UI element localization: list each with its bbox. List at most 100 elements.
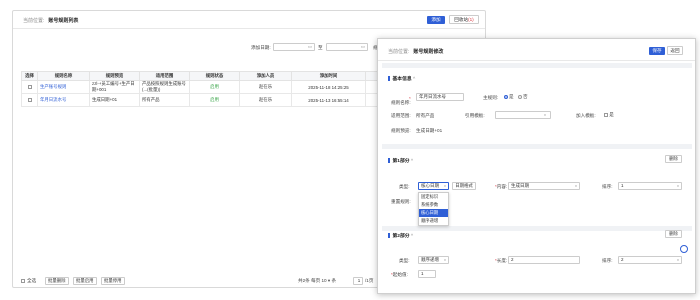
part2-length-input[interactable]: 2 xyxy=(508,256,580,264)
pager-summary: 共2条 每页 10 ▾ 条 xyxy=(298,278,337,283)
basic-info-title-text: 基本信息 xyxy=(392,77,412,82)
main-rule-no-text: 否 xyxy=(523,94,528,99)
join-template-checkbox[interactable] xyxy=(604,112,608,117)
date-format-button[interactable]: 日期格式 xyxy=(452,182,476,190)
column-header: 选择 xyxy=(21,71,38,81)
template-label: 引用模板: xyxy=(465,113,485,118)
part1-delete-button[interactable]: 删除 xyxy=(665,155,682,163)
add-part-icon[interactable] xyxy=(680,245,688,253)
part2-order-select[interactable]: 2v xyxy=(618,256,682,264)
part2-delete-button[interactable]: 删除 xyxy=(665,230,682,238)
template-select[interactable] xyxy=(495,111,551,119)
required-mark: * xyxy=(409,96,411,101)
row-checkbox-cell[interactable] xyxy=(21,80,38,94)
date-filter-label: 添加日期: xyxy=(251,45,271,50)
rule-time-cell: 2025-11-18 14:25:25 xyxy=(291,80,366,94)
rule-name-label-text: 规则名称: xyxy=(391,100,411,105)
chevron-down-icon[interactable]: v xyxy=(677,257,679,263)
part1-content-value: 生成日期 xyxy=(511,183,529,188)
date-to-input[interactable]: ▭ xyxy=(326,43,368,51)
row-checkbox-cell[interactable] xyxy=(21,93,38,107)
rule-name-link[interactable]: 生产账号规则 xyxy=(37,80,90,94)
radio-checked-icon[interactable] xyxy=(504,94,508,99)
rule-user-cell: 赵在乐 xyxy=(239,93,292,107)
preview-value: 生成日期+01 xyxy=(416,128,443,133)
column-header: 规则预览 xyxy=(89,71,140,81)
main-rule-yes-option[interactable]: 是 xyxy=(504,94,514,100)
rule-preview-cell: zzl-+员工编号+生产日期+001 xyxy=(89,80,140,94)
batch-enable-button[interactable]: 批量启用 xyxy=(73,277,97,285)
part1-title[interactable]: 第1部分 ^ xyxy=(388,157,414,164)
part2-type-value: 顺序递增 xyxy=(421,257,439,262)
rule-status-cell: 启用 xyxy=(189,80,240,94)
part2-type-select[interactable]: 顺序递增 v xyxy=(418,256,449,264)
part1-order-label: 排序: xyxy=(602,184,613,189)
type-dropdown-menu[interactable]: 固定标识 系统参数 核心日期 顺序递增 xyxy=(418,192,449,226)
rule-name-label: * 规则名称: xyxy=(391,96,411,106)
part2-type-label: 类型: xyxy=(399,258,410,263)
part2-order-value: 2 xyxy=(621,257,624,262)
column-header: 添加人员 xyxy=(239,71,292,81)
main-rule-no-option[interactable]: 否 xyxy=(518,94,528,100)
basic-info-title[interactable]: 基本信息 ^ xyxy=(388,75,416,82)
rule-name-link[interactable]: 年月日流水号 xyxy=(37,93,90,107)
radio-unchecked-icon[interactable] xyxy=(518,94,522,99)
batch-disable-button[interactable]: 批量停用 xyxy=(101,277,125,285)
join-template-option-text: 是 xyxy=(609,112,614,117)
rule-scope-cell: 产品按照规则生成账号(...(批量)) xyxy=(139,80,190,94)
list-header: 当前位置: 账号规则列表 添加 回收站(1) xyxy=(13,11,485,29)
dropdown-option[interactable]: 顺序递增 xyxy=(419,217,448,225)
dropdown-option[interactable]: 系统参数 xyxy=(419,201,448,209)
breadcrumb-prefix: 当前位置: xyxy=(23,18,45,24)
column-header: 适用范围 xyxy=(139,71,190,81)
save-button[interactable]: 保存 xyxy=(649,47,665,55)
part1-type-value: 核心日期 xyxy=(421,183,439,188)
part1-type-select[interactable]: 核心日期 v xyxy=(418,182,449,190)
select-all-checkbox[interactable] xyxy=(21,279,25,283)
section-divider xyxy=(382,226,692,231)
dropdown-option[interactable]: 固定标识 xyxy=(419,193,448,201)
chevron-up-icon[interactable]: ^ xyxy=(411,159,413,164)
date-to-label: 至 xyxy=(318,45,323,50)
dropdown-option-selected[interactable]: 核心日期 xyxy=(419,209,448,217)
chevron-down-icon[interactable]: v xyxy=(444,257,446,263)
part2-title[interactable]: 第2部分 ^ xyxy=(388,232,414,239)
breadcrumb: 当前位置: 账号规则修改 xyxy=(388,48,443,55)
chevron-up-icon[interactable]: ^ xyxy=(413,77,415,82)
preview-label: 规则预览: xyxy=(391,128,411,133)
back-button[interactable]: 返回 xyxy=(667,46,683,55)
rule-name-input[interactable]: 年月日流水号 xyxy=(416,93,464,101)
page-title: 账号规则列表 xyxy=(48,18,79,24)
row-checkbox[interactable] xyxy=(27,85,32,90)
row-checkbox[interactable] xyxy=(27,98,32,103)
section-divider xyxy=(382,144,692,149)
calendar-icon: ▭ xyxy=(360,44,365,49)
part1-order-value: 1 xyxy=(621,183,624,188)
batch-delete-button[interactable]: 批量删除 xyxy=(45,277,69,285)
rule-status-cell: 启用 xyxy=(189,93,240,107)
dialog-title: 账号规则修改 xyxy=(413,49,444,55)
part2-start-label: *起始值: xyxy=(391,272,408,278)
add-button[interactable]: 添加 xyxy=(427,16,445,24)
chevron-down-icon[interactable]: v xyxy=(677,183,679,189)
column-header: 规则状态 xyxy=(189,71,240,81)
part1-content-select[interactable]: 生成日期 v xyxy=(508,182,580,190)
chevron-down-icon[interactable]: v xyxy=(544,112,546,117)
part1-order-select[interactable]: 1v xyxy=(618,182,682,190)
part1-title-text: 第1部分 xyxy=(392,159,410,164)
part1-content-label: *内容: xyxy=(495,184,507,190)
reset-rule-label: 重置规则: xyxy=(391,199,411,204)
join-template-option[interactable]: 是 xyxy=(604,112,614,118)
recycle-bin-label: 回收站 xyxy=(454,17,469,22)
part1-type-label: 类型: xyxy=(399,184,410,189)
part2-start-input[interactable]: 1 xyxy=(418,270,436,278)
chevron-up-icon[interactable]: ^ xyxy=(411,234,413,239)
chevron-down-icon[interactable]: v xyxy=(575,183,577,189)
page-number-input[interactable]: 1 xyxy=(353,277,363,285)
calendar-icon: ▭ xyxy=(307,44,312,49)
scope-value: 所有产品 xyxy=(416,113,435,118)
part2-start-label-text: 起始值: xyxy=(392,272,408,277)
date-from-input[interactable]: ▭ xyxy=(273,43,315,51)
recycle-bin-button[interactable]: 回收站(1) xyxy=(449,15,479,24)
chevron-down-icon[interactable]: v xyxy=(444,183,446,189)
